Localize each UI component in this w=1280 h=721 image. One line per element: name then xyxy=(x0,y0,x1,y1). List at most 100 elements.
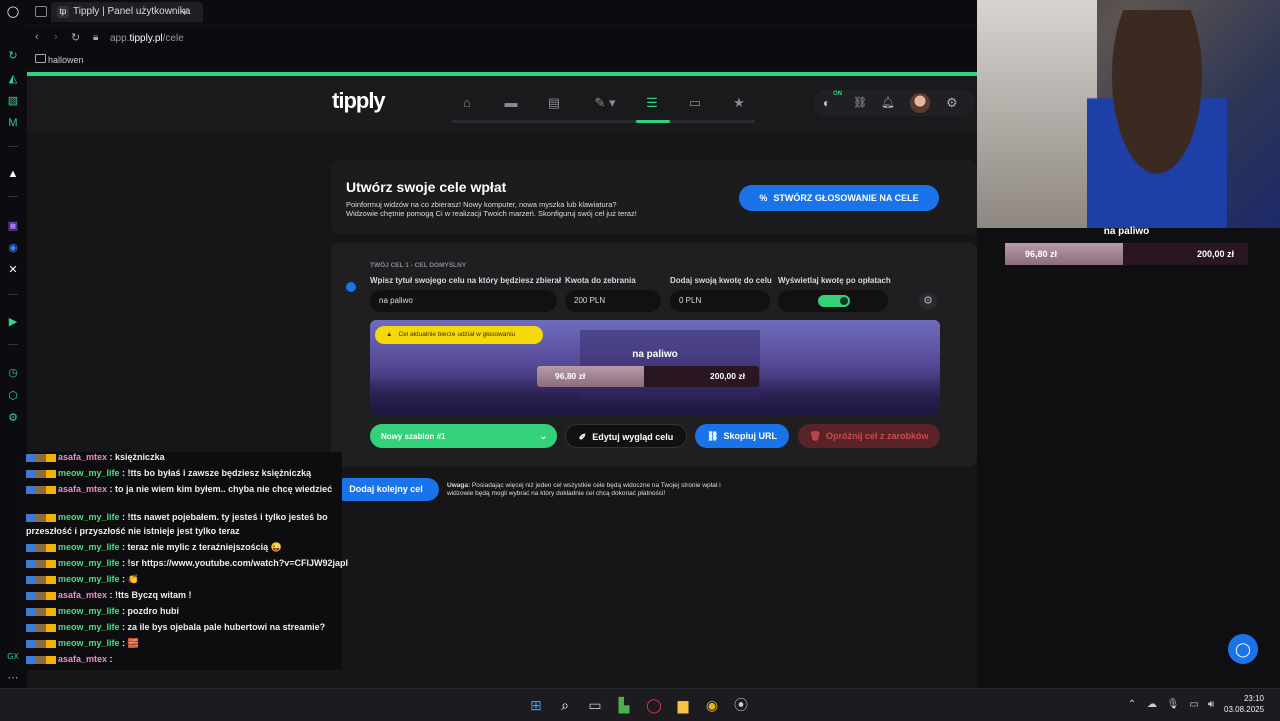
chat-badges-icon xyxy=(26,575,56,584)
new-tab-icon[interactable]: + xyxy=(181,4,188,20)
bookmark-hallowen[interactable]: hallowen xyxy=(48,55,84,65)
chat-username[interactable]: meow_my_life xyxy=(58,542,120,552)
clear-goal-button[interactable]: 🗑︎ Opróżnij cel z zarobków xyxy=(798,424,940,448)
microphone-icon[interactable]: 🎙︎ xyxy=(1165,697,1181,713)
player-icon[interactable]: ▶ xyxy=(6,315,20,329)
tray-app-icon[interactable]: ☁ xyxy=(1144,697,1160,713)
lock-icon: 🔒︎ xyxy=(93,32,99,43)
chat-username[interactable]: meow_my_life xyxy=(58,574,120,584)
chat-message: meow_my_life : teraz nie mylic z teraźni… xyxy=(26,542,282,553)
arc-icon[interactable]: ▲ xyxy=(6,167,20,181)
clock[interactable]: 23:10 03.08.2025 xyxy=(1224,693,1264,715)
create-vote-button[interactable]: % STWÓRZ GŁOSOWANIE NA CELE xyxy=(739,185,939,211)
inbox-icon[interactable]: ▬ xyxy=(503,96,519,110)
goal-settings-gear-icon[interactable]: ⚙ xyxy=(919,292,937,310)
chat-message: meow_my_life : pozdro hubi xyxy=(26,606,179,616)
forward-icon[interactable]: › xyxy=(54,31,58,43)
opera-gx-icon[interactable]: ◯ xyxy=(646,697,662,713)
chat-username[interactable]: meow_my_life xyxy=(58,606,120,616)
chat-support-icon[interactable]: ◯ xyxy=(1228,634,1258,664)
goals-icon[interactable]: ☰ xyxy=(644,96,660,110)
wallet-icon[interactable]: ▤ xyxy=(546,96,562,110)
theme-toggle-icon[interactable]: ◐ xyxy=(823,96,830,110)
app-icon[interactable]: ▙ xyxy=(616,697,632,713)
chat-username[interactable]: meow_my_life xyxy=(58,558,120,568)
chat-message: meow_my_life : 👏 xyxy=(26,574,139,585)
tray-chevron-icon[interactable]: ⌃ xyxy=(1124,697,1140,713)
opera-logo-icon[interactable]: ◯ xyxy=(6,5,20,19)
bell-icon[interactable]: 🔔︎ xyxy=(881,96,895,109)
chat-message: asafa_mtex : !tts Byczq witam ! xyxy=(26,590,192,600)
chat-username[interactable]: asafa_mtex xyxy=(58,484,107,494)
copy-url-button[interactable]: ⛓ Skopiuj URL xyxy=(695,424,789,448)
chat-username[interactable]: meow_my_life xyxy=(58,512,120,522)
obs-icon[interactable]: ⦿ xyxy=(733,697,749,713)
mail-icon[interactable]: M xyxy=(6,116,20,130)
link-icon[interactable]: ⛓ xyxy=(853,96,867,109)
home-icon[interactable]: ⌂ xyxy=(459,96,475,110)
volume-icon[interactable]: 🔊︎ xyxy=(1203,697,1219,713)
avatar[interactable] xyxy=(910,93,930,113)
own-amount-input[interactable]: 0 PLN xyxy=(670,290,770,312)
footer-note: Uwaga: Posiadając więcej niż jeden cel w… xyxy=(447,482,777,498)
chat-username[interactable]: meow_my_life xyxy=(58,468,120,478)
chat-username[interactable]: meow_my_life xyxy=(58,622,120,632)
window-icon[interactable]: ▭ xyxy=(687,96,703,110)
search-icon[interactable]: ⌕ xyxy=(557,697,573,713)
nav-active-indicator xyxy=(636,120,670,123)
own-amount-label: Dodaj swoją kwotę do celu xyxy=(670,276,772,285)
chrome-icon[interactable]: ◉ xyxy=(704,697,720,713)
chat-username[interactable]: asafa_mtex xyxy=(58,452,107,462)
twitch-icon[interactable]: ▣ xyxy=(6,219,20,233)
gaming-icon[interactable]: ▧ xyxy=(6,94,20,108)
chat-username[interactable]: asafa_mtex xyxy=(58,590,107,600)
gx-icon[interactable]: GX xyxy=(6,650,20,664)
history-icon[interactable]: ↻ xyxy=(6,49,20,63)
file-explorer-icon[interactable]: ▆ xyxy=(675,697,691,713)
clock-icon[interactable]: ◷ xyxy=(6,366,20,380)
tipply-logo[interactable]: tipply xyxy=(332,88,386,114)
workspace-icon[interactable] xyxy=(35,6,47,17)
amount-input[interactable]: 200 PLN xyxy=(565,290,661,312)
cube-icon[interactable]: ⬡ xyxy=(6,389,20,403)
star-icon[interactable]: ★ xyxy=(731,96,747,110)
chat-badges-icon xyxy=(26,623,56,632)
url-field[interactable]: app.tipply.pl/cele xyxy=(110,33,184,44)
edit-icon[interactable]: ✎ ▾ xyxy=(590,96,620,110)
chat-badges-icon xyxy=(26,469,56,478)
goal-radio[interactable] xyxy=(346,282,356,292)
chat-badges-icon xyxy=(26,513,56,522)
reload-icon[interactable]: ↻ xyxy=(71,31,80,44)
chat-message: meow_my_life : !tts nawet pojebałem. ty … xyxy=(26,512,328,522)
messenger-icon[interactable]: ◉ xyxy=(6,241,20,255)
copy-url-label: Skopiuj URL xyxy=(723,431,777,441)
more-icon[interactable]: ⋯ xyxy=(6,671,20,685)
chat-username[interactable]: asafa_mtex xyxy=(58,654,107,664)
task-view-icon[interactable]: ▭ xyxy=(587,697,603,713)
windows-start-icon[interactable]: ⊞ xyxy=(528,697,544,713)
create-vote-label: STWÓRZ GŁOSOWANIE NA CELE xyxy=(773,193,919,203)
back-icon[interactable]: ‹ xyxy=(35,31,39,43)
hero-desc-1: Poinformuj widzów na co zbierasz! Nowy k… xyxy=(346,200,617,209)
chat-text: : księżniczka xyxy=(107,452,165,462)
overlay-progress-bar: 96,80 zł 200,00 zł xyxy=(1005,243,1248,265)
chat-username[interactable]: meow_my_life xyxy=(58,638,120,648)
webcam-feed xyxy=(977,0,1280,228)
sidebar-divider xyxy=(8,294,18,295)
chat-message: meow_my_life : za ile bys ojebala pale h… xyxy=(26,622,325,632)
template-select[interactable]: Nowy szablon #1 ⌄ xyxy=(370,424,557,448)
address-bar: ‹ › ↻ 🔒︎ app.tipply.pl/cele xyxy=(27,26,977,50)
settings-icon[interactable]: ⚙ xyxy=(6,411,20,425)
date: 03.08.2025 xyxy=(1224,705,1265,714)
x-icon[interactable]: ✕ xyxy=(6,263,20,277)
network-icon[interactable]: ▭ xyxy=(1186,697,1202,713)
vote-warning-text: Cel aktualnie bierze udział w głosowaniu xyxy=(398,331,516,338)
stream-chat: asafa_mtex : księżniczka meow_my_life : !… xyxy=(20,452,348,670)
chat-text: : !tts nawet pojebałem. ty jesteś i tylk… xyxy=(119,512,328,522)
show-after-fees-toggle[interactable] xyxy=(818,295,850,307)
edit-look-button[interactable]: ✐ Edytuj wygląd celu xyxy=(565,424,687,448)
gear-icon[interactable]: ⚙ xyxy=(946,95,958,111)
add-goal-button[interactable]: Dodaj kolejny cel xyxy=(333,478,439,501)
ai-icon[interactable]: ◭ xyxy=(6,72,20,86)
title-input[interactable]: na paliwo xyxy=(370,290,557,312)
